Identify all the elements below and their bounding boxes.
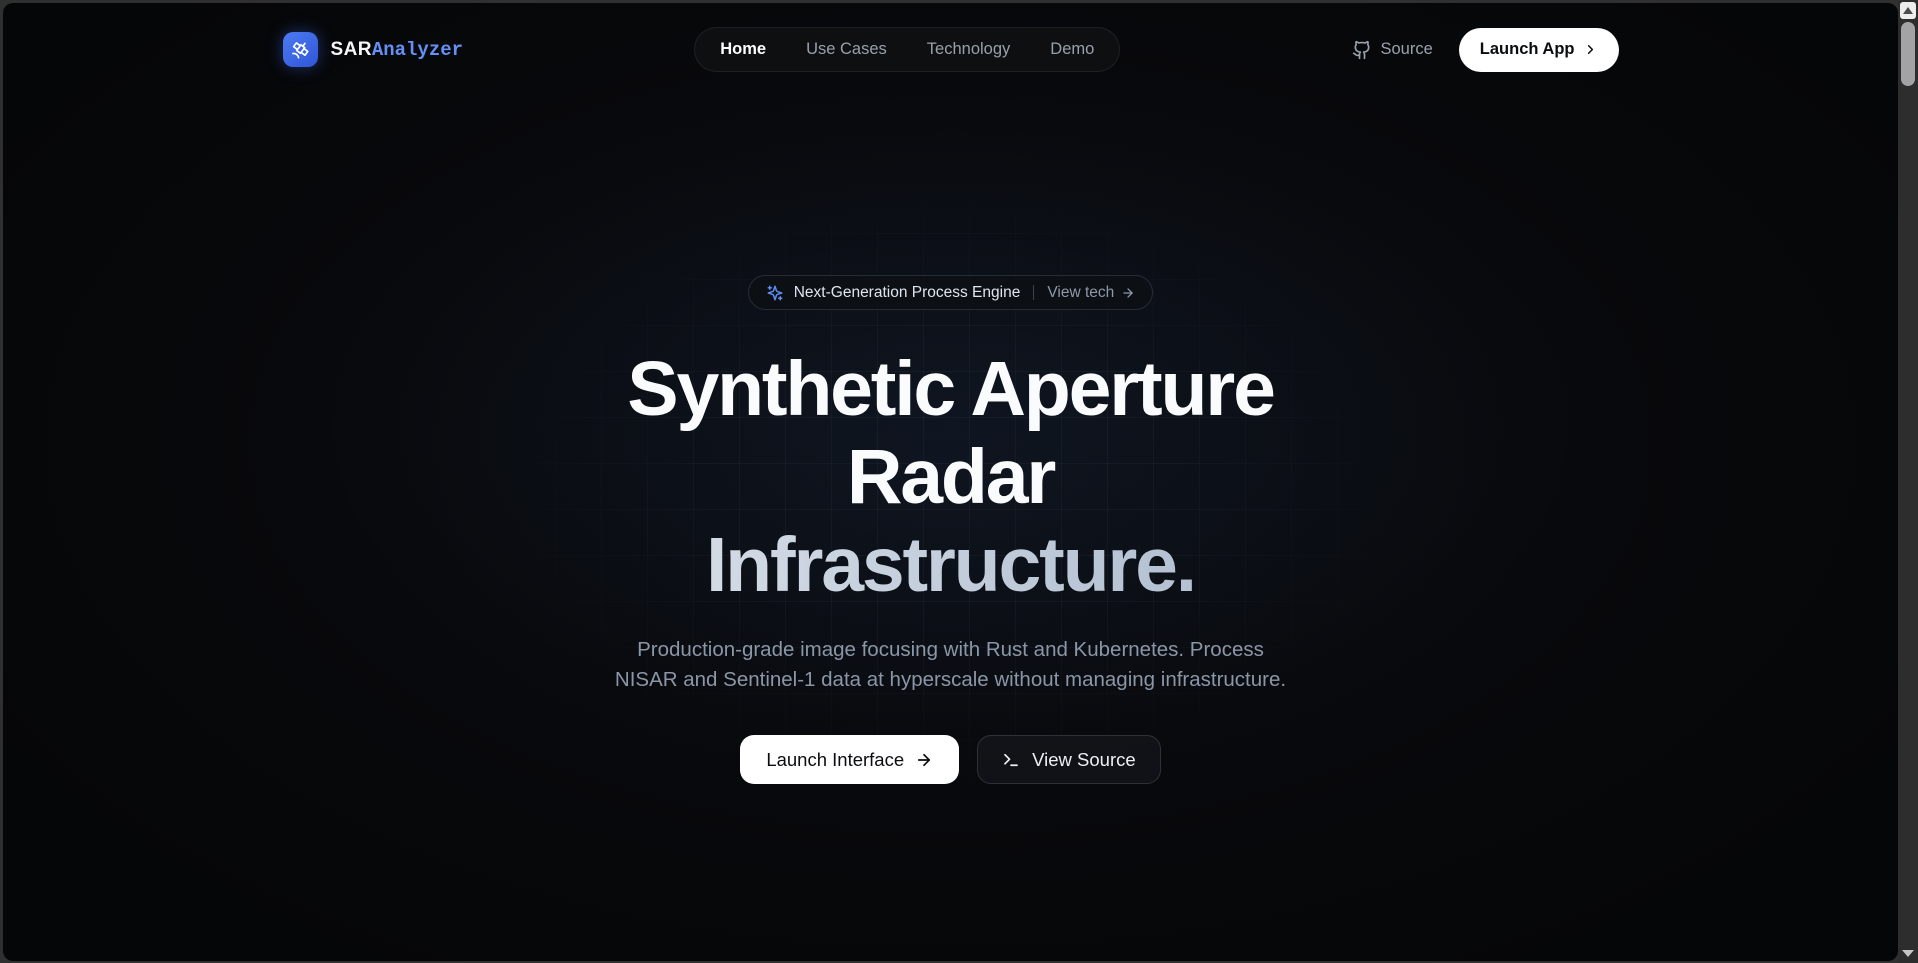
view-tech-link[interactable]: View tech [1047, 284, 1135, 302]
view-source-label: View Source [1032, 748, 1136, 770]
scrollbar-up-button[interactable] [1900, 2, 1916, 19]
hero-subtitle-line1: Production-grade image focusing with Rus… [637, 638, 1264, 661]
header-actions: Source Launch App [1352, 27, 1619, 72]
hero-section: Next-Generation Process Engine View tech… [3, 72, 1898, 784]
launch-app-button[interactable]: Launch App [1458, 27, 1619, 72]
nav-item-technology[interactable]: Technology [911, 31, 1026, 68]
arrow-right-icon [915, 751, 933, 769]
page-viewport: SAR Analyzer Home Use Cases Technology D… [3, 3, 1898, 961]
scroll-down-arrow-icon [1902, 949, 1914, 957]
nav-item-use-cases[interactable]: Use Cases [790, 31, 903, 68]
hero-subtitle: Production-grade image focusing with Rus… [3, 635, 1898, 695]
hero-title-line3: Infrastructure. [3, 521, 1898, 609]
brand-name-secondary: Analyzer [371, 38, 464, 61]
nav-item-demo[interactable]: Demo [1034, 31, 1110, 68]
chevron-right-icon [1583, 42, 1598, 57]
source-label: Source [1380, 40, 1433, 58]
brand[interactable]: SAR Analyzer [282, 32, 464, 67]
launch-app-label: Launch App [1479, 40, 1575, 58]
window-frame: SAR Analyzer Home Use Cases Technology D… [0, 0, 1918, 963]
satellite-icon [290, 40, 310, 60]
vertical-scrollbar[interactable] [1898, 0, 1918, 963]
launch-interface-label: Launch Interface [766, 748, 905, 770]
terminal-icon [1002, 751, 1020, 769]
launch-interface-button[interactable]: Launch Interface [740, 735, 960, 784]
brand-name-primary: SAR [330, 38, 372, 60]
cta-row: Launch Interface View Source [3, 735, 1898, 784]
site-header: SAR Analyzer Home Use Cases Technology D… [3, 3, 1898, 72]
hero-title: Synthetic Aperture Radar Infrastructure. [3, 345, 1898, 609]
hero-title-line1: Synthetic Aperture [627, 346, 1276, 432]
hero-subtitle-line2: NISAR and Sentinel-1 data at hyperscale … [614, 668, 1287, 691]
scrollbar-down-button[interactable] [1900, 946, 1916, 960]
hero-badge: Next-Generation Process Engine View tech [747, 275, 1154, 310]
badge-divider [1033, 285, 1035, 300]
view-tech-label: View tech [1047, 283, 1115, 301]
brand-name: SAR Analyzer [331, 39, 464, 61]
nav-item-home[interactable]: Home [704, 31, 782, 68]
scrollbar-thumb[interactable] [1901, 22, 1915, 86]
hero-title-line2: Radar [846, 434, 1056, 520]
source-link[interactable]: Source [1352, 40, 1433, 60]
view-source-button[interactable]: View Source [977, 735, 1161, 784]
github-icon [1352, 40, 1372, 60]
sparkles-icon [766, 284, 784, 302]
badge-label: Next-Generation Process Engine [793, 283, 1021, 301]
brand-logo [282, 32, 318, 67]
scroll-up-arrow-icon [1903, 7, 1913, 14]
arrow-right-icon [1121, 286, 1135, 300]
main-nav: Home Use Cases Technology Demo [694, 27, 1121, 72]
